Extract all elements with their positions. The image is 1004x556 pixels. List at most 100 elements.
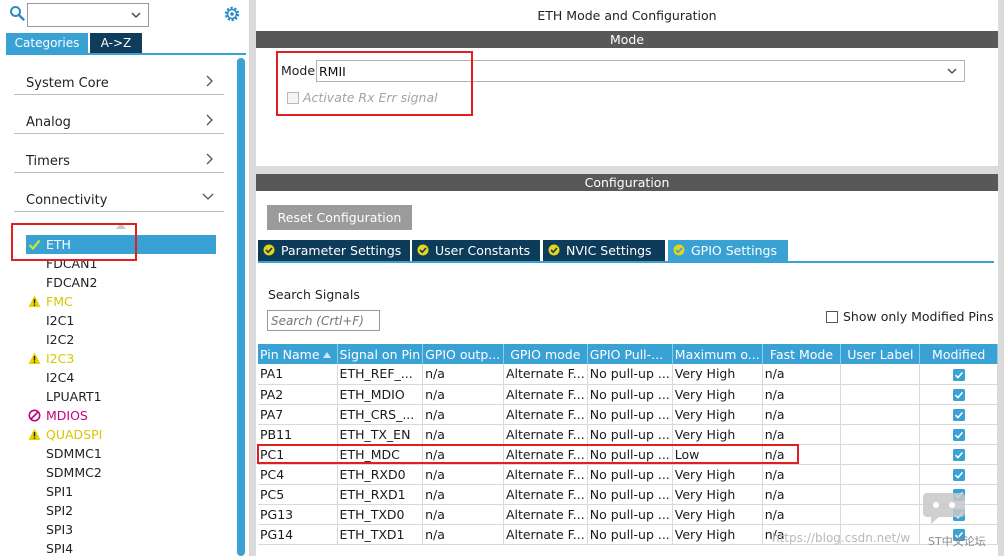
sidebar-item-i2c1[interactable]: I2C1	[26, 311, 216, 330]
cell-modified[interactable]	[919, 404, 998, 425]
checkbox-checked-icon[interactable]	[952, 409, 965, 421]
cell-modified[interactable]	[919, 364, 998, 385]
check-circle-icon	[673, 244, 685, 256]
checkbox-checked-icon[interactable]	[952, 368, 965, 381]
cell-pin-name: PA7	[258, 404, 338, 425]
cell-gpio-mode: Alternate F...	[503, 384, 588, 405]
table-row[interactable]: PA7 ETH_CRS_... n/a Alternate F... No pull-u…	[258, 404, 998, 425]
sidebar-item-label: ETH	[46, 237, 71, 252]
column-header-user-label[interactable]: User Label	[840, 344, 921, 364]
cell-user-label	[840, 484, 921, 505]
cell-modified[interactable]	[919, 444, 998, 465]
sidebar-item-quadspi[interactable]: QUADSPI	[26, 425, 216, 444]
category-timers[interactable]: Timers	[14, 141, 224, 173]
chevron-down-icon	[947, 68, 957, 74]
tab-parameter-settings[interactable]: Parameter Settings	[258, 240, 410, 261]
tab-categories[interactable]: Categories	[6, 33, 88, 53]
search-icon[interactable]	[9, 5, 25, 21]
rx-err-checkbox[interactable]	[287, 92, 299, 104]
table-row[interactable]: PC4 ETH_RXD0 n/a Alternate F... No pull-up .…	[258, 464, 998, 485]
column-header-max-output-speed[interactable]: Maximum o...	[672, 344, 763, 364]
sidebar-item-sdmmc1[interactable]: SDMMC1	[26, 444, 216, 463]
checkbox-checked-icon[interactable]	[952, 389, 965, 401]
cell-max-output-speed: Very High	[672, 464, 763, 485]
cell-pin-name: PG13	[258, 504, 338, 525]
sidebar-item-lpuart1[interactable]: LPUART1	[26, 387, 216, 406]
tab-gpio-settings[interactable]: GPIO Settings	[668, 240, 788, 261]
category-filter-select[interactable]	[27, 3, 149, 27]
column-header-signal[interactable]: Signal on Pin	[337, 344, 424, 364]
cell-pin-name: PA2	[258, 384, 338, 405]
column-header-gpio-mode[interactable]: GPIO mode	[503, 344, 588, 364]
sidebar-item-spi3[interactable]: SPI3	[26, 520, 216, 539]
sidebar-item-spi1[interactable]: SPI1	[26, 482, 216, 501]
table-row[interactable]: PG13 ETH_TXD0 n/a Alternate F... No pull-up …	[258, 504, 998, 525]
sidebar-item-i2c4[interactable]: I2C4	[26, 368, 216, 387]
cell-user-label	[840, 504, 921, 525]
cell-gpio-output: n/a	[422, 404, 504, 425]
sidebar-item-eth[interactable]: ETH	[26, 235, 216, 254]
search-signals-input[interactable]	[267, 310, 380, 331]
table-row[interactable]: PC5 ETH_RXD1 n/a Alternate F... No pull-up .…	[258, 484, 998, 505]
category-label: Connectivity	[26, 193, 108, 208]
sidebar-item-label: FMC	[46, 294, 73, 309]
cell-modified[interactable]	[919, 424, 998, 445]
tab-nvic-settings[interactable]: NVIC Settings	[543, 240, 665, 261]
cell-modified[interactable]	[919, 464, 998, 485]
sidebar-item-i2c3[interactable]: I2C3	[26, 349, 216, 368]
sidebar-item-fdcan1[interactable]: FDCAN1	[26, 254, 216, 273]
checkbox-checked-icon[interactable]	[952, 469, 965, 481]
category-analog[interactable]: Analog	[14, 102, 224, 134]
table-row[interactable]: PC1 ETH_MDC n/a Alternate F... No pull-up ..…	[258, 444, 998, 465]
sidebar-item-label: MDIOS	[46, 408, 88, 423]
sidebar-item-spi2[interactable]: SPI2	[26, 501, 216, 520]
cell-user-label	[840, 424, 921, 445]
cell-gpio-pull: No pull-up ...	[587, 384, 673, 405]
column-header-gpio-output[interactable]: GPIO outp...	[422, 344, 504, 364]
column-header-pin-name[interactable]: Pin Name	[258, 344, 338, 364]
tab-user-constants[interactable]: User Constants	[412, 240, 540, 261]
cell-fast-mode: n/a	[762, 484, 842, 505]
check-circle-icon	[417, 244, 429, 256]
checkbox-checked-icon[interactable]	[952, 429, 965, 441]
show-modified-label: Show only Modified Pins	[843, 309, 994, 324]
sidebar-item-spi4[interactable]: SPI4	[26, 539, 216, 556]
watermark-forum: ST中文论坛	[928, 535, 986, 548]
sidebar-item-i2c2[interactable]: I2C2	[26, 330, 216, 349]
column-header-fast-mode[interactable]: Fast Mode	[762, 344, 842, 364]
chevron-down-icon	[202, 193, 214, 200]
table-row[interactable]: PA1 ETH_REF_... n/a Alternate F... No pull-u…	[258, 364, 998, 385]
gear-icon[interactable]	[222, 4, 242, 24]
sidebar-item-label: I2C2	[46, 332, 75, 347]
table-row[interactable]: PB11 ETH_TX_EN n/a Alternate F... No pull-up…	[258, 424, 998, 445]
sidebar-scrollbar[interactable]	[237, 58, 245, 556]
sidebar-item-mdios[interactable]: MDIOS	[26, 406, 216, 425]
tab-a-to-z[interactable]: A->Z	[90, 33, 142, 53]
check-circle-icon	[263, 244, 275, 256]
sidebar-item-fdcan2[interactable]: FDCAN2	[26, 273, 216, 292]
sidebar-item-fmc[interactable]: FMC	[26, 292, 216, 311]
category-connectivity[interactable]: Connectivity	[14, 180, 224, 212]
sidebar-item-sdmmc2[interactable]: SDMMC2	[26, 463, 216, 482]
cell-signal: ETH_CRS_...	[337, 404, 424, 425]
sidebar-item-label: SPI4	[46, 541, 74, 556]
cell-max-output-speed: Very High	[672, 484, 763, 505]
cell-modified[interactable]	[919, 384, 998, 405]
reset-configuration-button[interactable]: Reset Configuration	[267, 205, 412, 230]
cell-gpio-output: n/a	[422, 524, 504, 545]
cell-gpio-pull: No pull-up ...	[587, 484, 673, 505]
configuration-section-header: Configuration	[256, 174, 998, 191]
checkbox-checked-icon[interactable]	[952, 449, 965, 461]
chevron-right-icon	[206, 114, 213, 126]
mode-select[interactable]: RMII	[316, 60, 965, 82]
column-header-gpio-pull[interactable]: GPIO Pull-...	[587, 344, 673, 364]
page-title: ETH Mode and Configuration	[537, 8, 717, 23]
table-row[interactable]: PA2 ETH_MDIO n/a Alternate F... No pull-up .…	[258, 384, 998, 405]
cell-gpio-output: n/a	[422, 424, 504, 445]
cell-signal: ETH_TXD1	[337, 524, 424, 545]
cell-fast-mode: n/a	[762, 424, 842, 445]
show-modified-checkbox[interactable]	[826, 311, 838, 323]
chat-bubble-watermark-icon	[923, 493, 965, 524]
category-system-core[interactable]: System Core	[14, 63, 224, 95]
column-header-modified[interactable]: Modified	[919, 344, 998, 364]
